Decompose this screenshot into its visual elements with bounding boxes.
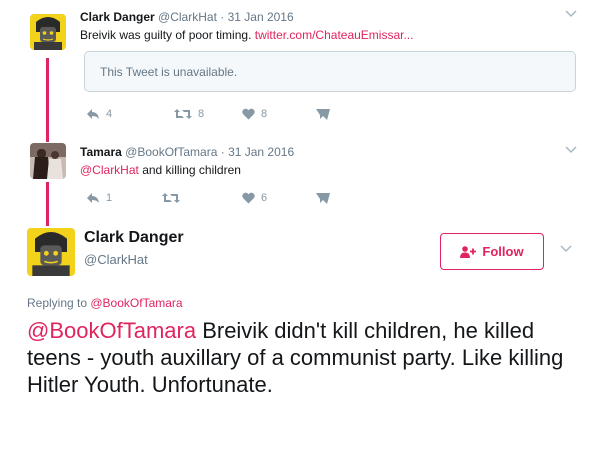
retweet-icon [162, 193, 180, 203]
dm-icon [316, 109, 330, 120]
avatar-image [30, 14, 66, 50]
tweet-actions: 1 6 [86, 192, 346, 206]
thread-line [46, 58, 49, 142]
reply-button[interactable]: 4 [86, 108, 112, 120]
thread-line [46, 182, 49, 226]
follow-label: Follow [482, 244, 524, 259]
main-author-name[interactable]: Clark Danger [84, 229, 184, 247]
chevron-down-icon[interactable] [565, 10, 577, 18]
tweet-text: Breivik was guilty of poor timing. twitt… [80, 27, 413, 43]
quoted-tweet-text: This Tweet is unavailable. [100, 65, 238, 79]
avatar-clark[interactable] [30, 14, 66, 50]
reply-count: 4 [106, 108, 113, 120]
retweet-icon [174, 109, 192, 119]
dm-icon [316, 193, 330, 204]
author-handle[interactable]: @BookOfTamara [125, 145, 217, 159]
mention-link[interactable]: @ClarkHat [80, 163, 139, 177]
reply-icon [87, 193, 99, 203]
reply-icon [87, 109, 99, 119]
retweet-button[interactable] [162, 192, 186, 204]
heart-icon [242, 108, 255, 120]
tweet-header: Tamara @BookOfTamara · 31 Jan 2016 [80, 145, 294, 160]
tweet-date[interactable]: 31 Jan 2016 [228, 145, 294, 159]
tweet-actions: 4 8 8 [86, 108, 346, 122]
dm-button[interactable] [316, 192, 330, 204]
like-count: 6 [261, 192, 268, 204]
avatar-image [27, 228, 75, 276]
reply-count: 1 [106, 192, 113, 204]
replying-to: Replying to @BookOfTamara [27, 296, 183, 310]
main-author-handle[interactable]: @ClarkHat [84, 252, 148, 267]
avatar-clark-main[interactable] [27, 228, 75, 276]
add-user-icon [460, 245, 477, 258]
author-name[interactable]: Tamara [80, 145, 122, 159]
main-tweet-text: @BookOfTamara Breivik didn't kill childr… [27, 317, 587, 398]
avatar-tamara[interactable] [30, 143, 66, 179]
like-button[interactable]: 6 [242, 192, 267, 204]
tweet-text: @ClarkHat and killing children [80, 162, 241, 178]
dm-button[interactable] [316, 108, 330, 120]
like-count: 8 [261, 108, 268, 120]
avatar-image [30, 143, 66, 179]
replying-handle[interactable]: @BookOfTamara [90, 296, 182, 310]
retweet-count: 8 [198, 108, 205, 120]
follow-button[interactable]: Follow [440, 233, 544, 270]
heart-icon [242, 192, 255, 204]
separator: · [220, 10, 225, 24]
replying-prefix: Replying to [27, 296, 91, 310]
tweet-body: Breivik was guilty of poor timing. [80, 28, 252, 42]
author-name[interactable]: Clark Danger [80, 10, 155, 24]
retweet-button[interactable]: 8 [174, 108, 204, 120]
quoted-tweet[interactable]: This Tweet is unavailable. [84, 51, 576, 92]
chevron-down-icon[interactable] [560, 245, 572, 253]
author-handle[interactable]: @ClarkHat [158, 10, 217, 24]
separator: · [220, 145, 225, 159]
tweet-header: Clark Danger @ClarkHat · 31 Jan 2016 [80, 10, 294, 25]
mention-link[interactable]: @BookOfTamara [27, 318, 196, 343]
reply-button[interactable]: 1 [86, 192, 112, 204]
tweet-link[interactable]: twitter.com/ChateauEmissar... [255, 28, 414, 42]
like-button[interactable]: 8 [242, 108, 267, 120]
tweet-date[interactable]: 31 Jan 2016 [228, 10, 294, 24]
chevron-down-icon[interactable] [565, 146, 577, 154]
tweet-body: and killing children [142, 163, 241, 177]
